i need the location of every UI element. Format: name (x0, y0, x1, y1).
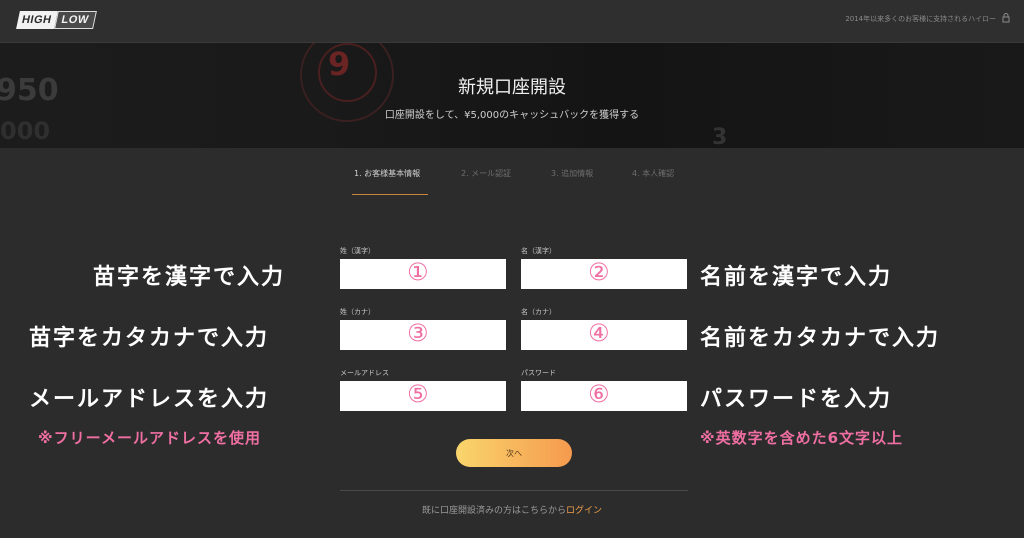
annotation-number-1: ① (407, 258, 429, 286)
annotation-email-note: ※フリーメールアドレスを使用 (38, 429, 261, 447)
lock-icon[interactable] (1002, 13, 1010, 23)
last-name-kanji-label: 姓（漢字） (340, 247, 375, 255)
login-prompt: 既に口座開設済みの方はこちらからログイン (0, 503, 1024, 516)
step-1: 1. お客様基本情報 (354, 169, 421, 178)
page-subtitle: 口座開設をして、¥5,000のキャッシュバックを獲得する (384, 110, 640, 121)
email-label: メールアドレス (340, 369, 389, 377)
login-link[interactable]: ログイン (566, 506, 602, 516)
step-2: 2. メール認証 (461, 169, 512, 178)
login-prompt-text: 既に口座開設済みの方はこちらから (421, 506, 566, 516)
step-indicator: 1. お客様基本情報 2. メール認証 3. 追加情報 4. 本人確認 (0, 168, 1024, 198)
annotation-last-name-kanji: 苗字を漢字で入力 (93, 265, 286, 290)
first-name-kanji-label: 名（漢字） (521, 247, 556, 255)
annotation-number-3: ③ (407, 319, 429, 347)
logo-high-text: HIGH (16, 11, 58, 29)
annotation-password: パスワードを入力 (700, 387, 893, 412)
annotation-first-name-kanji: 名前を漢字で入力 (700, 265, 893, 290)
page-title: 新規口座開設 (458, 77, 566, 98)
annotation-password-note: ※英数字を含めた6文字以上 (700, 429, 904, 447)
decorative-number: 000 (0, 117, 51, 145)
annotation-email: メールアドレスを入力 (29, 387, 270, 412)
header-tagline: 2014年以来多くのお客様に支持されるハイロー (845, 15, 996, 23)
step-3: 3. 追加情報 (551, 169, 594, 178)
first-name-kana-label: 名（カナ） (521, 308, 556, 316)
annotation-number-4: ④ (588, 319, 610, 347)
annotation-number-5: ⑤ (407, 380, 429, 408)
step-4: 4. 本人確認 (632, 169, 675, 178)
divider (340, 490, 688, 491)
top-bar: HIGH LOW 2014年以来多くのお客様に支持されるハイロー (0, 0, 1024, 43)
annotation-first-name-kana: 名前をカタカナで入力 (700, 326, 941, 351)
next-button[interactable]: 次へ (456, 439, 572, 467)
last-name-kana-label: 姓（カナ） (340, 308, 375, 316)
active-step-underline (352, 194, 428, 195)
annotation-number-2: ② (588, 258, 610, 286)
highlow-logo[interactable]: HIGH LOW (16, 11, 97, 29)
logo-low-text: LOW (53, 11, 97, 29)
password-label: パスワード (521, 369, 556, 377)
hero-banner: 9 950 000 3 新規口座開設 口座開設をして、¥5,000のキャッシュバ… (0, 43, 1024, 148)
annotation-last-name-kana: 苗字をカタカナで入力 (29, 326, 270, 351)
decorative-number: 3 (712, 125, 728, 148)
annotation-number-6: ⑥ (588, 380, 610, 408)
